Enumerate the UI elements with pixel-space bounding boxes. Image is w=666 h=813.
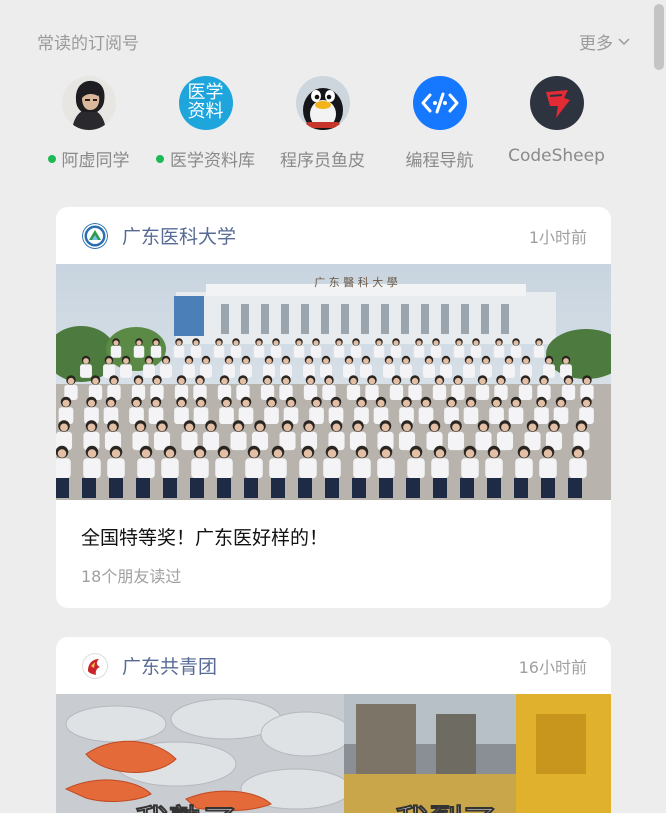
cover-caption-right: 我裂了 [395,803,497,813]
anime-character-avatar [61,76,116,130]
subscription-item[interactable]: 编程导航 [381,76,498,176]
subscription-label: 编程导航 [405,151,474,171]
building-sign: 广 东 醫 科 大 學 [314,275,397,289]
subscription-name: 阿虚同学 [47,146,130,171]
avatar-text-line-2: 资料 [187,101,224,122]
article-title[interactable]: 全国特等奖！广东医好样的！ [81,523,611,550]
medical-library-avatar: 医学 资料 [178,76,233,130]
subscription-label: CodeSheep [508,146,605,166]
subscription-item[interactable]: 医学 资料 医学资料库 [147,76,264,176]
article-header: 广东共青团 16小时前 [56,637,611,694]
penguin-avatar [295,76,350,130]
update-dot [47,154,56,163]
article-card[interactable]: 广东共青团 16小时前 我熟了 我裂了 [56,637,611,813]
more-label: 更多 [579,33,613,54]
subscription-item[interactable]: CodeSheep [498,76,615,176]
article-card[interactable]: 广东医科大学 1小时前 广 东 醫 科 大 學 全国特等奖！广东医好样的！ 18… [56,207,611,608]
article-read-count: 18个朋友读过 [81,567,182,586]
subscription-name: CodeSheep [508,146,605,166]
university-logo-icon [82,222,108,249]
subscription-label: 程序员鱼皮 [280,151,365,171]
subscription-item[interactable]: 阿虚同学 [30,76,147,176]
subscription-label: 医学资料库 [170,151,255,171]
code-nav-avatar [412,76,467,130]
scrollbar-thumb[interactable] [654,4,664,70]
youth-league-logo-icon [82,652,108,679]
more-button[interactable]: 更多 [579,29,631,54]
cover-caption-left: 我熟了 [135,803,237,813]
article-time: 1小时前 [528,227,587,247]
group-photo-image: 广 东 醫 科 大 學 [56,264,611,500]
update-dot [156,154,164,163]
cover-image: 我熟了 我裂了 [56,694,611,813]
subscription-name: 医学资料库 [156,146,255,171]
section-title: 常读的订阅号 [37,33,139,54]
subscription-name: 编程导航 [406,146,474,171]
frequent-subscriptions: 阿虚同学 医学 资料 医学资料库 程序员鱼皮 编程导航 CodeSheep [30,76,615,176]
chevron-down-icon [618,38,630,46]
subscription-name: 程序员鱼皮 [280,146,365,171]
subscription-label: 阿虚同学 [61,151,130,171]
codesheep-avatar [529,76,584,130]
article-source[interactable]: 广东共青团 [122,652,519,679]
subscription-item[interactable]: 程序员鱼皮 [264,76,381,176]
section-header: 常读的订阅号 更多 [37,28,631,54]
article-source[interactable]: 广东医科大学 [122,222,529,249]
article-header: 广东医科大学 1小时前 [56,207,611,264]
article-time: 16小时前 [518,657,587,677]
